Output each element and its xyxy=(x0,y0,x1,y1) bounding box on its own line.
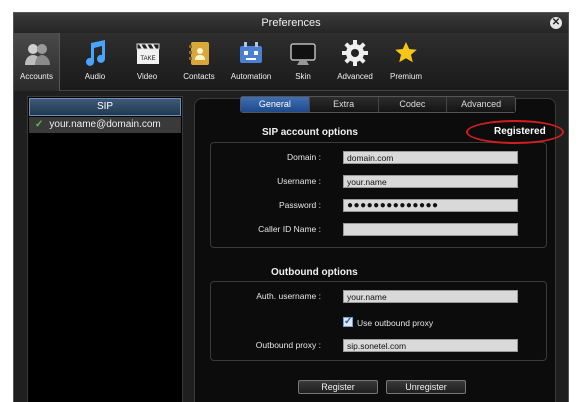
toolbar-item-audio[interactable]: Audio xyxy=(76,33,114,91)
audio-icon xyxy=(86,40,105,66)
toolbar-item-accounts[interactable]: Accounts xyxy=(14,33,60,91)
video-icon: TAKE xyxy=(136,43,160,64)
toolbar-item-skin[interactable]: Skin xyxy=(285,33,321,91)
toolbar-label: Audio xyxy=(84,72,106,81)
toolbar-item-contacts[interactable]: Contacts xyxy=(179,33,219,91)
category-toolbar: Accounts Audio TAKE Video Contacts Autom… xyxy=(14,33,568,91)
skin-icon xyxy=(290,43,316,65)
outbound-proxy-field[interactable] xyxy=(343,339,518,352)
account-label: your.name@domain.com xyxy=(49,119,161,130)
caller-id-label: Caller ID Name : xyxy=(258,224,321,234)
tab-general[interactable]: General xyxy=(241,97,310,112)
tab-advanced[interactable]: Advanced xyxy=(447,97,515,112)
svg-text:TAKE: TAKE xyxy=(140,56,155,62)
toolbar-label: Accounts xyxy=(20,72,53,81)
star-icon xyxy=(395,42,417,63)
toolbar-label: Skin xyxy=(295,72,311,81)
use-outbound-proxy-label: Use outbound proxy xyxy=(357,318,434,328)
username-field[interactable] xyxy=(343,175,518,188)
close-icon[interactable]: ✕ xyxy=(550,17,562,29)
toolbar-label: Contacts xyxy=(183,72,215,81)
tab-codec[interactable]: Codec xyxy=(378,97,448,112)
outbound-proxy-label: Outbound proxy : xyxy=(255,340,321,350)
accounts-list-panel: SIP ✓ your.name@domain.com xyxy=(27,96,183,402)
toolbar-item-automation[interactable]: Automation xyxy=(228,33,274,91)
contacts-icon xyxy=(189,42,209,65)
outbound-options-group: Auth. username : ✓ Use outbound proxy Ou… xyxy=(210,281,547,361)
outbound-section-title: Outbound options xyxy=(271,267,358,278)
window-title: Preferences xyxy=(261,17,321,29)
settings-tabs: General Extra Codec Advanced xyxy=(240,96,516,113)
preferences-window: Preferences ✕ Accounts Audio TAKE Video xyxy=(13,12,569,402)
accounts-icon xyxy=(24,44,50,65)
toolbar-label: Premium xyxy=(389,72,422,81)
account-list-item[interactable]: ✓ your.name@domain.com xyxy=(29,117,181,133)
toolbar-item-premium[interactable]: Premium xyxy=(385,33,427,91)
title-bar: Preferences ✕ xyxy=(14,13,568,33)
password-field[interactable]: ●●●●●●●●●●●●●● xyxy=(343,199,518,212)
sip-section-title: SIP account options xyxy=(262,127,358,138)
tab-extra[interactable]: Extra xyxy=(309,97,379,112)
check-icon: ✓ xyxy=(35,119,44,130)
unregister-button[interactable]: Unregister xyxy=(386,380,466,394)
accounts-list-header: SIP xyxy=(29,98,181,116)
use-outbound-proxy-checkbox[interactable]: ✓ xyxy=(343,317,353,327)
auth-username-field[interactable] xyxy=(343,290,518,303)
domain-field[interactable] xyxy=(343,151,518,164)
username-label: Username : xyxy=(277,176,321,186)
automation-icon xyxy=(240,42,262,63)
toolbar-label: Video xyxy=(136,72,158,81)
gear-icon xyxy=(342,40,368,66)
caller-id-field[interactable] xyxy=(343,223,518,236)
toolbar-item-advanced[interactable]: Advanced xyxy=(332,33,378,91)
registered-highlight-ellipse xyxy=(466,120,564,144)
toolbar-label: Advanced xyxy=(337,72,373,81)
auth-username-label: Auth. username : xyxy=(256,291,321,301)
toolbar-label: Automation xyxy=(230,72,272,81)
password-label: Password : xyxy=(278,200,321,210)
toolbar-item-video[interactable]: TAKE Video xyxy=(128,33,166,91)
register-button[interactable]: Register xyxy=(298,380,378,394)
sip-options-group: Domain : Username : Password : ●●●●●●●●●… xyxy=(210,142,547,248)
domain-label: Domain : xyxy=(286,152,321,162)
